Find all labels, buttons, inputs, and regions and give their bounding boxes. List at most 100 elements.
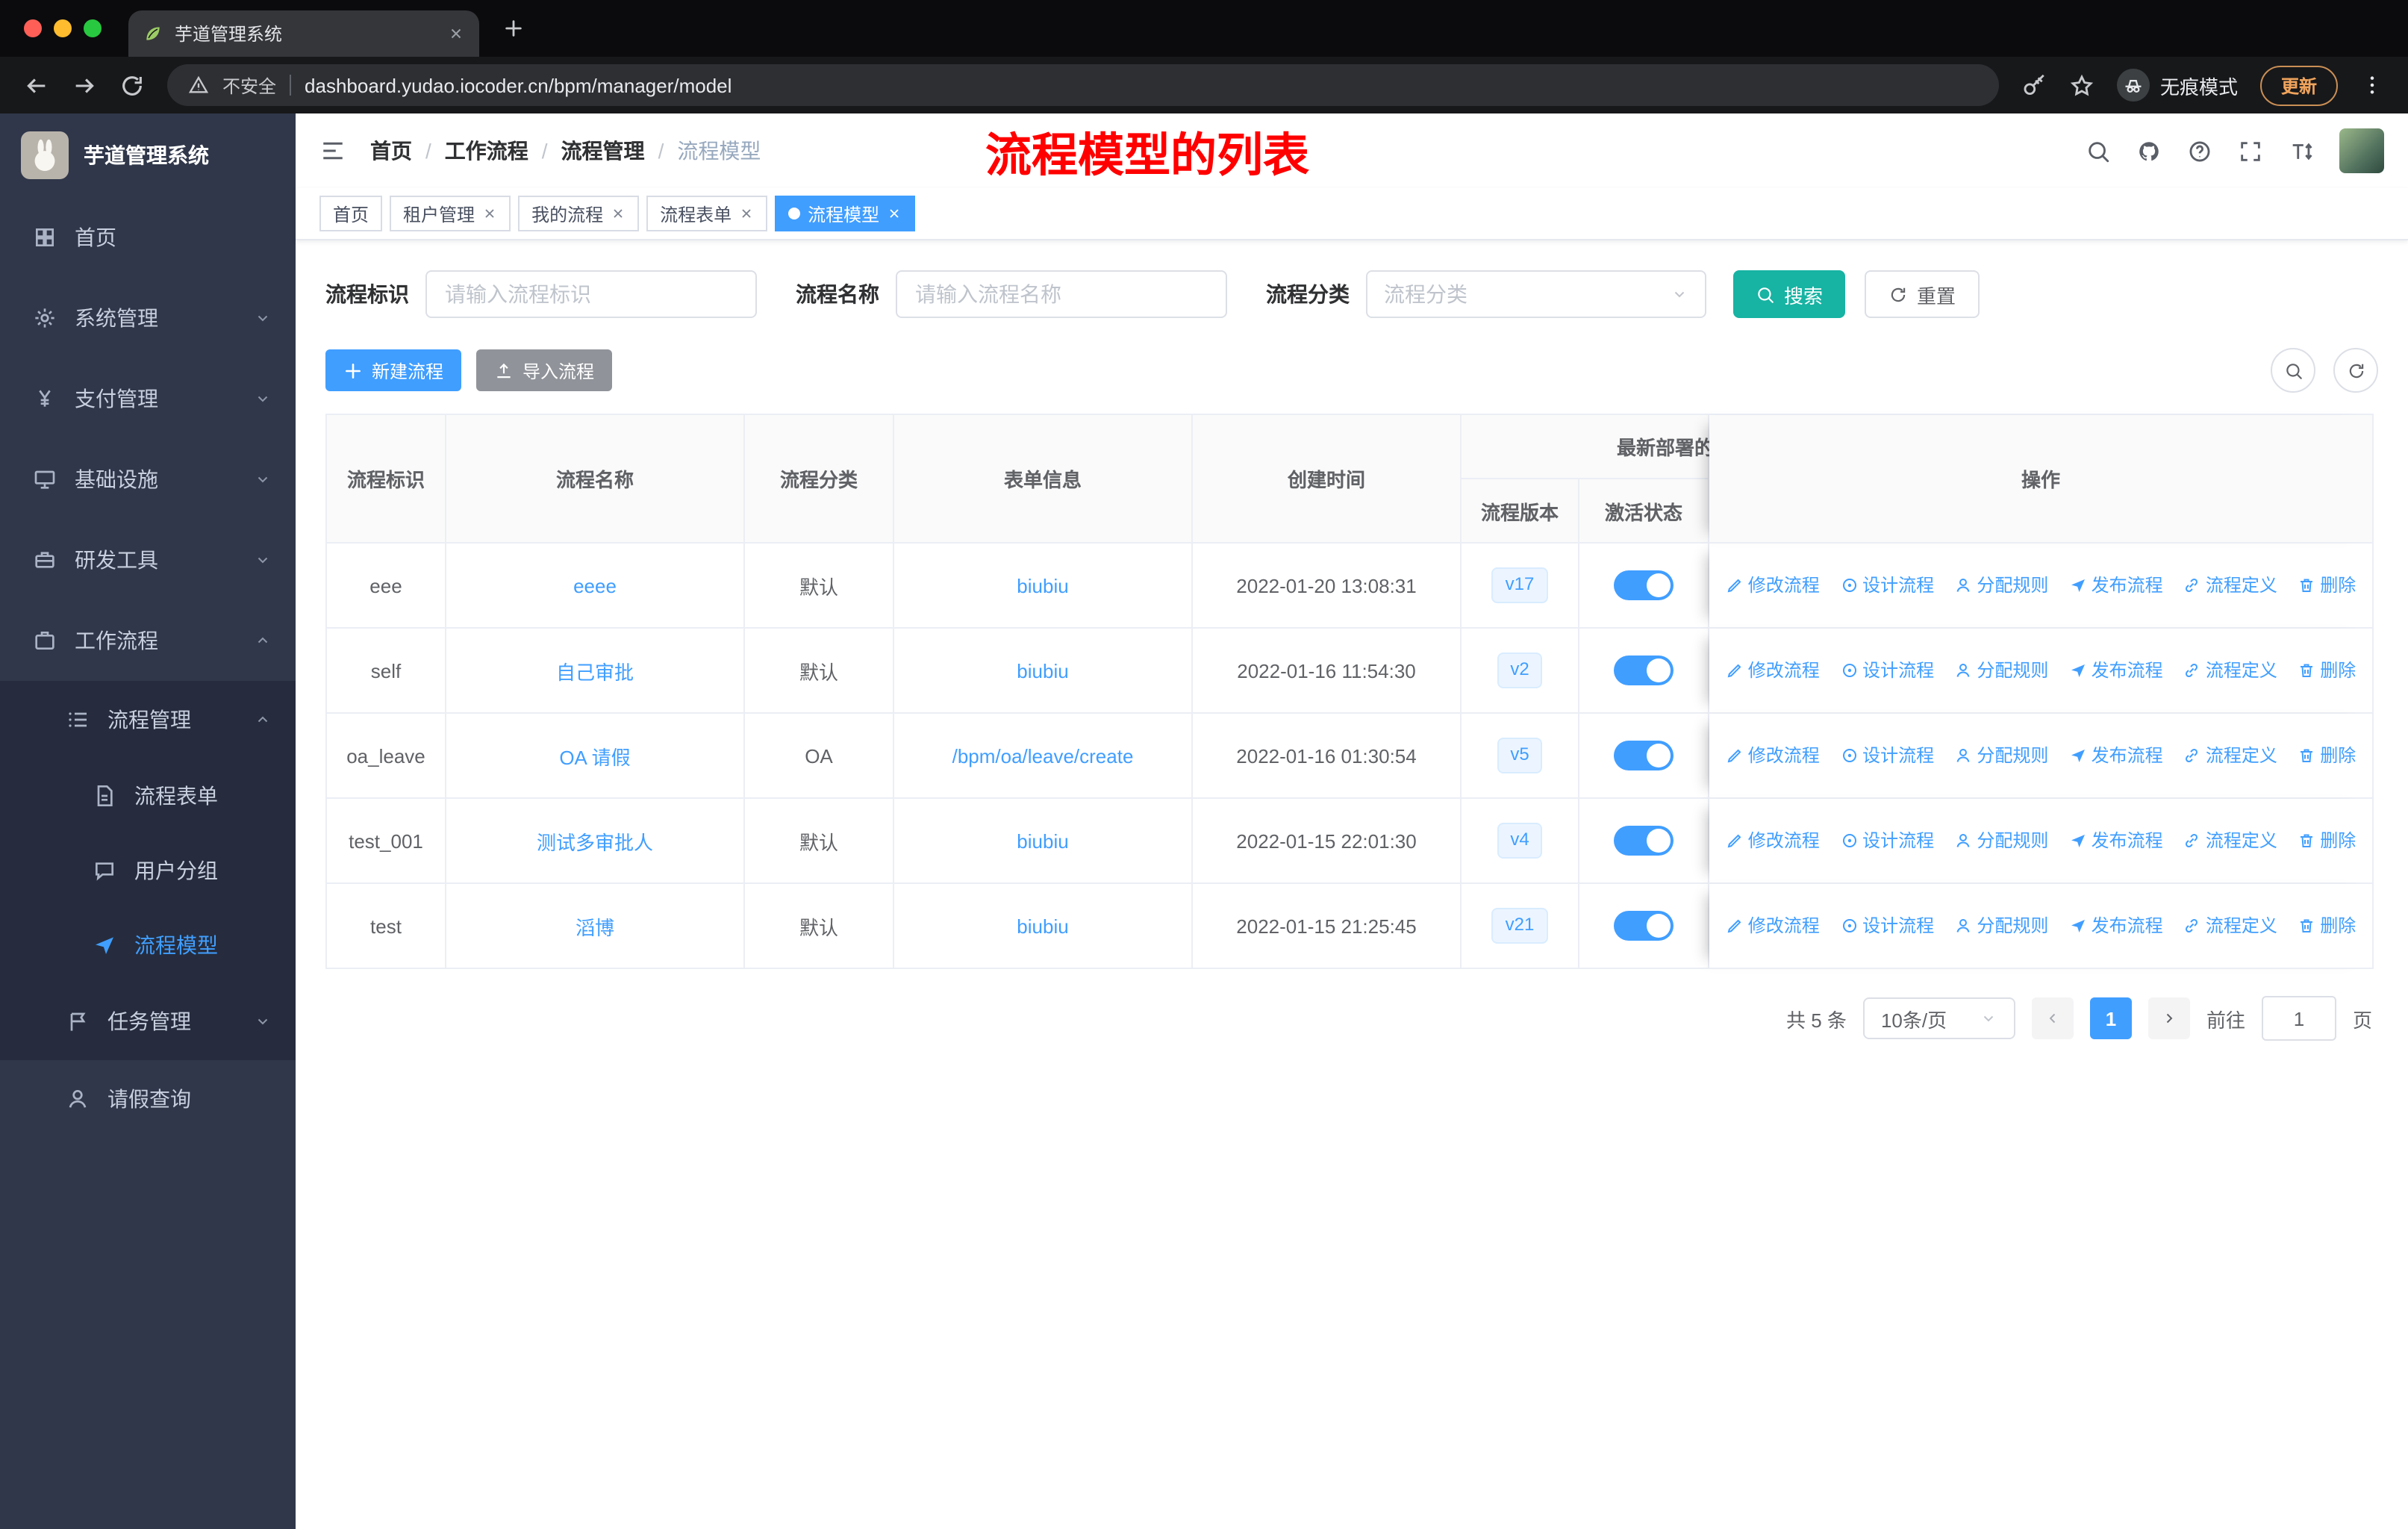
breadcrumb-item-workflow[interactable]: 工作流程 (445, 136, 528, 166)
key-icon[interactable] (2021, 72, 2047, 98)
process-category-select[interactable]: 流程分类 (1366, 270, 1706, 318)
form-info-link[interactable]: biubiu (1017, 659, 1068, 682)
process-definition-link[interactable]: 流程定义 (2183, 743, 2277, 768)
process-definition-link[interactable]: 流程定义 (2183, 828, 2277, 853)
sidebar-item-process-form[interactable]: 流程表单 (0, 759, 296, 833)
search-icon[interactable] (2086, 138, 2111, 164)
sidebar-item-home[interactable]: 首页 (0, 197, 296, 278)
assign-rule-link[interactable]: 分配规则 (1954, 828, 2048, 853)
active-status-toggle[interactable] (1614, 655, 1674, 685)
close-icon[interactable] (611, 206, 626, 221)
assign-rule-link[interactable]: 分配规则 (1954, 573, 2048, 598)
assign-rule-link[interactable]: 分配规则 (1954, 658, 2048, 683)
process-name-link[interactable]: 自己审批 (556, 661, 634, 683)
browser-tab[interactable]: 芋道管理系统 (128, 10, 479, 57)
user-avatar[interactable] (2339, 128, 2384, 173)
form-info-link[interactable]: biubiu (1017, 915, 1068, 937)
sidebar-item-workflow[interactable]: 工作流程 (0, 600, 296, 681)
close-window-button[interactable] (24, 19, 42, 37)
form-info-link[interactable]: /bpm/oa/leave/create (952, 744, 1134, 767)
new-tab-button[interactable] (503, 18, 524, 39)
publish-process-link[interactable]: 发布流程 (2069, 658, 2163, 683)
sidebar-item-process-management[interactable]: 流程管理 (0, 681, 296, 759)
goto-page-input[interactable] (2261, 996, 2336, 1041)
github-icon[interactable] (2136, 138, 2162, 164)
zoom-window-button[interactable] (84, 19, 102, 37)
close-icon[interactable] (739, 206, 754, 221)
address-bar[interactable]: 不安全 dashboard.yudao.iocoder.cn/bpm/manag… (167, 64, 1999, 106)
sidebar-item-infrastructure[interactable]: 基础设施 (0, 439, 296, 520)
tag-home[interactable]: 首页 (319, 196, 383, 231)
forward-button[interactable] (72, 72, 97, 98)
bookmark-star-icon[interactable] (2069, 72, 2094, 98)
browser-menu-icon[interactable] (2360, 73, 2384, 97)
active-status-toggle[interactable] (1614, 741, 1674, 770)
form-info-link[interactable]: biubiu (1017, 829, 1068, 852)
modify-process-link[interactable]: 修改流程 (1726, 743, 1820, 768)
modify-process-link[interactable]: 修改流程 (1726, 828, 1820, 853)
back-button[interactable] (24, 72, 49, 98)
search-button[interactable]: 搜索 (1733, 270, 1846, 318)
minimize-window-button[interactable] (54, 19, 72, 37)
not-secure-icon[interactable] (188, 75, 209, 96)
process-name-input[interactable] (896, 270, 1227, 318)
design-process-link[interactable]: 设计流程 (1840, 573, 1934, 598)
refresh-table-button[interactable] (2333, 348, 2378, 393)
help-icon[interactable] (2187, 138, 2212, 164)
sidebar-item-user-group[interactable]: 用户分组 (0, 833, 296, 908)
design-process-link[interactable]: 设计流程 (1840, 828, 1934, 853)
design-process-link[interactable]: 设计流程 (1840, 913, 1934, 938)
tag-tenant-management[interactable]: 租户管理 (390, 196, 511, 231)
design-process-link[interactable]: 设计流程 (1840, 743, 1934, 768)
sidebar-item-system-management[interactable]: 系统管理 (0, 278, 296, 358)
tag-process-model[interactable]: 流程模型 (775, 196, 916, 231)
close-icon[interactable] (482, 206, 497, 221)
active-status-toggle[interactable] (1614, 911, 1674, 941)
publish-process-link[interactable]: 发布流程 (2069, 573, 2163, 598)
process-name-link[interactable]: 测试多审批人 (537, 831, 653, 853)
sidebar-item-process-model[interactable]: 流程模型 (0, 908, 296, 983)
next-page-button[interactable] (2147, 997, 2190, 1039)
close-icon[interactable] (887, 206, 902, 221)
update-button[interactable]: 更新 (2259, 65, 2338, 105)
active-status-toggle[interactable] (1614, 570, 1674, 600)
reset-button[interactable]: 重置 (1865, 270, 1980, 318)
process-name-link[interactable]: OA 请假 (559, 746, 630, 768)
publish-process-link[interactable]: 发布流程 (2069, 828, 2163, 853)
process-name-link[interactable]: eeee (573, 574, 617, 597)
active-status-toggle[interactable] (1614, 826, 1674, 856)
form-info-link[interactable]: biubiu (1017, 574, 1068, 597)
sidebar-item-task-management[interactable]: 任务管理 (0, 983, 296, 1060)
modify-process-link[interactable]: 修改流程 (1726, 573, 1820, 598)
prev-page-button[interactable] (2031, 997, 2074, 1039)
delete-link[interactable]: 删除 (2298, 913, 2356, 938)
breadcrumb-item-process-management[interactable]: 流程管理 (561, 136, 645, 166)
assign-rule-link[interactable]: 分配规则 (1954, 743, 2048, 768)
breadcrumb-item-home[interactable]: 首页 (370, 136, 412, 166)
modify-process-link[interactable]: 修改流程 (1726, 913, 1820, 938)
delete-link[interactable]: 删除 (2298, 573, 2356, 598)
publish-process-link[interactable]: 发布流程 (2069, 743, 2163, 768)
modify-process-link[interactable]: 修改流程 (1726, 658, 1820, 683)
process-name-link[interactable]: 滔博 (576, 916, 614, 938)
delete-link[interactable]: 删除 (2298, 743, 2356, 768)
fullscreen-icon[interactable] (2238, 138, 2263, 164)
delete-link[interactable]: 删除 (2298, 658, 2356, 683)
font-size-icon[interactable] (2289, 138, 2314, 164)
process-definition-link[interactable]: 流程定义 (2183, 658, 2277, 683)
hamburger-icon[interactable] (319, 137, 346, 164)
sidebar-item-leave-query[interactable]: 请假查询 (0, 1060, 296, 1138)
tab-close-icon[interactable] (448, 25, 464, 42)
create-process-button[interactable]: 新建流程 (325, 349, 462, 391)
delete-link[interactable]: 删除 (2298, 828, 2356, 853)
toggle-search-button[interactable] (2271, 348, 2315, 393)
process-key-input[interactable] (425, 270, 757, 318)
design-process-link[interactable]: 设计流程 (1840, 658, 1934, 683)
reload-button[interactable] (119, 72, 145, 98)
sidebar-item-dev-tools[interactable]: 研发工具 (0, 520, 296, 600)
process-definition-link[interactable]: 流程定义 (2183, 913, 2277, 938)
assign-rule-link[interactable]: 分配规则 (1954, 913, 2048, 938)
tag-process-form[interactable]: 流程表单 (646, 196, 768, 231)
publish-process-link[interactable]: 发布流程 (2069, 913, 2163, 938)
tag-my-process[interactable]: 我的流程 (518, 196, 640, 231)
